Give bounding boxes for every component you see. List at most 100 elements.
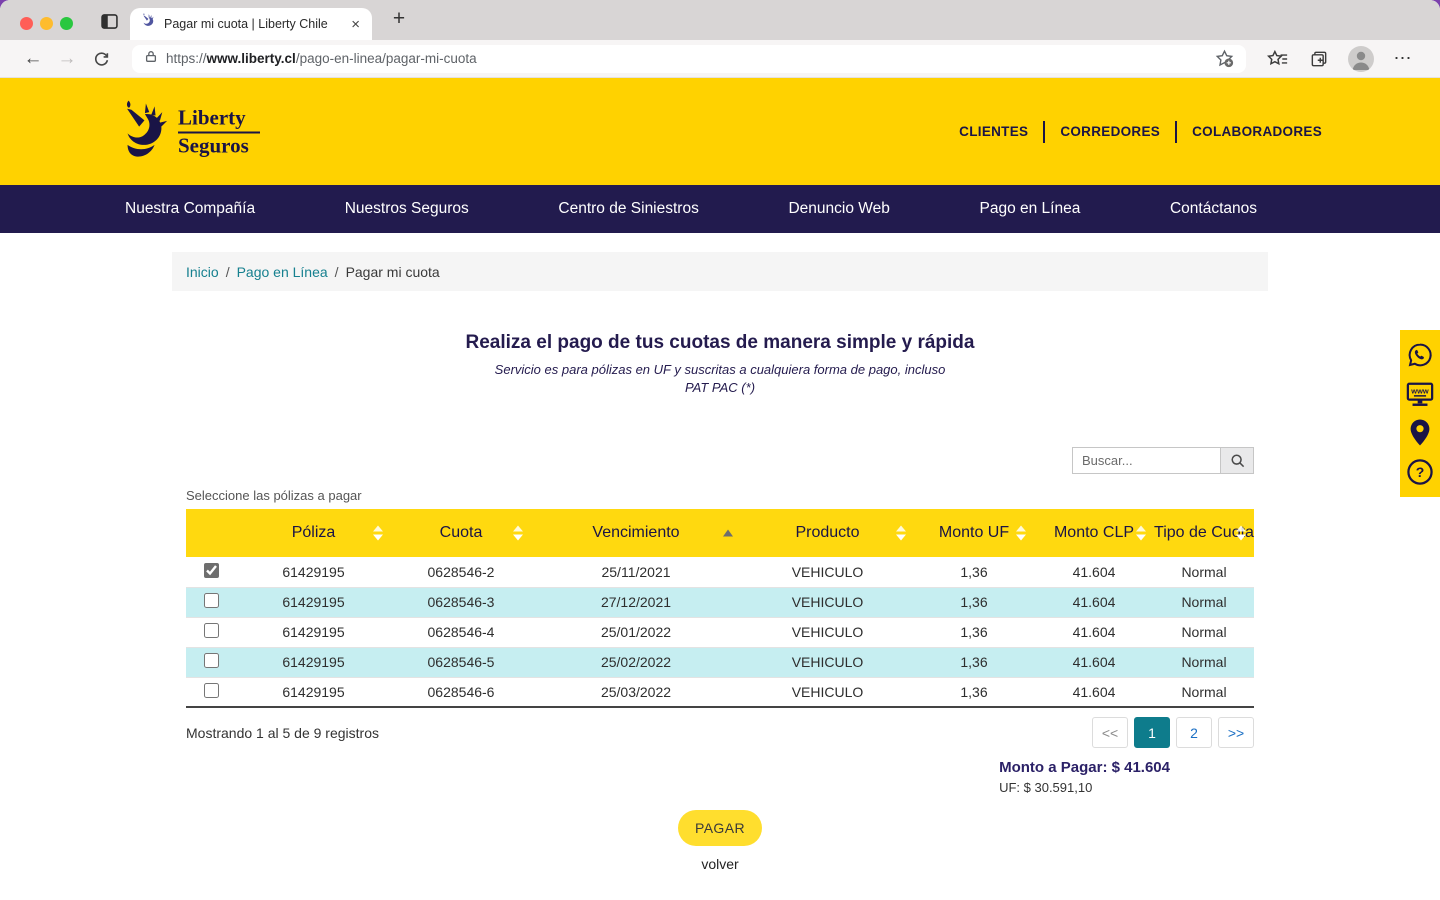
cell-cuota: 0628546-3: [391, 587, 531, 617]
select-policies-label: Seleccione las pólizas a pagar: [186, 488, 1268, 503]
back-icon[interactable]: ←: [16, 48, 50, 70]
cell-monto-clp: 41.604: [1034, 677, 1154, 707]
sort-icon[interactable]: [513, 526, 523, 541]
menu-ellipsis-icon[interactable]: ⋯: [1382, 48, 1424, 69]
location-pin-icon[interactable]: [1408, 418, 1432, 447]
page-intro: Realiza el pago de tus cuotas de manera …: [172, 332, 1268, 397]
audience-links: CLIENTES CORREDORES COLABORADORES: [959, 121, 1322, 143]
profile-avatar[interactable]: [1340, 46, 1382, 72]
sort-icon[interactable]: [1236, 526, 1246, 541]
page-content: Inicio / Pago en Línea / Pagar mi cuota …: [0, 233, 1440, 900]
main-navigation: Nuestra Compañía Nuestros Seguros Centro…: [0, 185, 1440, 233]
cell-monto-uf: 1,36: [914, 557, 1034, 587]
row-checkbox[interactable]: [204, 593, 219, 608]
row-checkbox[interactable]: [204, 563, 219, 578]
nav-centro-siniestros[interactable]: Centro de Siniestros: [558, 200, 698, 218]
browser-tab[interactable]: Pagar mi cuota | Liberty Chile ×: [130, 8, 372, 40]
lock-icon: [144, 49, 158, 69]
link-corredores[interactable]: CORREDORES: [1060, 124, 1160, 139]
divider: [1175, 121, 1177, 143]
pagination-first-button[interactable]: <<: [1092, 717, 1128, 748]
cell-producto: VEHICULO: [741, 677, 914, 707]
pagination-page-2[interactable]: 2: [1176, 717, 1212, 748]
volver-link[interactable]: volver: [172, 856, 1268, 872]
website-monitor-icon[interactable]: www: [1405, 380, 1435, 408]
breadcrumb-inicio[interactable]: Inicio: [186, 264, 219, 280]
cell-poliza: 61429195: [236, 587, 391, 617]
table-row: 61429195 0628546-3 27/12/2021 VEHICULO 1…: [186, 587, 1254, 617]
policies-table: Póliza Cuota Vencimiento Producto Monto …: [186, 509, 1254, 708]
row-checkbox[interactable]: [204, 623, 219, 638]
tab-strip: Pagar mi cuota | Liberty Chile × +: [0, 0, 1440, 40]
cell-cuota: 0628546-2: [391, 557, 531, 587]
cell-cuota: 0628546-6: [391, 677, 531, 707]
favorites-icon[interactable]: [1256, 49, 1298, 69]
liberty-statue-icon: [116, 99, 170, 164]
pagination-last-button[interactable]: >>: [1218, 717, 1254, 748]
nav-nuestra-compania[interactable]: Nuestra Compañía: [125, 200, 255, 218]
site-header: Liberty Seguros CLIENTES CORREDORES COLA…: [0, 78, 1440, 185]
column-header-tipo-cuota[interactable]: Tipo de Cuota: [1154, 509, 1254, 557]
sort-icon[interactable]: [1136, 526, 1146, 541]
cell-monto-uf: 1,36: [914, 587, 1034, 617]
nav-denuncio-web[interactable]: Denuncio Web: [788, 200, 889, 218]
table-row: 61429195 0628546-2 25/11/2021 VEHICULO 1…: [186, 557, 1254, 587]
logo-wordmark: Liberty Seguros: [178, 105, 260, 157]
browser-toolbar: ← → https://www.liberty.cl/pago-en-linea…: [0, 40, 1440, 78]
tab-title: Pagar mi cuota | Liberty Chile: [164, 17, 341, 31]
cell-poliza: 61429195: [236, 617, 391, 647]
nav-nuestros-seguros[interactable]: Nuestros Seguros: [345, 200, 469, 218]
add-favorite-icon[interactable]: [1215, 49, 1234, 68]
breadcrumb-separator: /: [226, 264, 230, 280]
collections-icon[interactable]: [1298, 49, 1340, 69]
column-header-monto-uf[interactable]: Monto UF: [914, 509, 1034, 557]
url-bar[interactable]: https://www.liberty.cl/pago-en-linea/pag…: [132, 45, 1246, 73]
favicon-liberty-icon: [140, 13, 156, 35]
svg-text:?: ?: [1416, 464, 1425, 480]
sort-icon[interactable]: [373, 526, 383, 541]
tab-actions-icon[interactable]: [99, 11, 120, 37]
pagination-page-1[interactable]: 1: [1134, 717, 1170, 748]
table-row: 61429195 0628546-6 25/03/2022 VEHICULO 1…: [186, 677, 1254, 707]
table-search: [172, 447, 1268, 474]
column-header-poliza[interactable]: Póliza: [236, 509, 391, 557]
minimize-window-button[interactable]: [40, 17, 53, 30]
cell-vencimiento: 25/01/2022: [531, 617, 741, 647]
column-header-producto[interactable]: Producto: [741, 509, 914, 557]
search-button[interactable]: [1220, 447, 1254, 474]
liberty-logo[interactable]: Liberty Seguros: [116, 99, 260, 164]
row-checkbox[interactable]: [204, 653, 219, 668]
row-checkbox[interactable]: [204, 683, 219, 698]
cell-monto-clp: 41.604: [1034, 557, 1154, 587]
column-header-vencimiento[interactable]: Vencimiento: [531, 509, 741, 557]
nav-pago-en-linea[interactable]: Pago en Línea: [979, 200, 1080, 218]
column-header-cuota[interactable]: Cuota: [391, 509, 531, 557]
cell-vencimiento: 27/12/2021: [531, 587, 741, 617]
breadcrumb-pago-en-linea[interactable]: Pago en Línea: [237, 264, 328, 280]
zoom-window-button[interactable]: [60, 17, 73, 30]
column-header-monto-clp[interactable]: Monto CLP: [1034, 509, 1154, 557]
link-clientes[interactable]: CLIENTES: [959, 124, 1028, 139]
sort-icon[interactable]: [1016, 526, 1026, 541]
search-icon: [1229, 452, 1246, 469]
cell-poliza: 61429195: [236, 677, 391, 707]
page-title: Realiza el pago de tus cuotas de manera …: [172, 332, 1268, 354]
cell-tipo: Normal: [1154, 647, 1254, 677]
link-colaboradores[interactable]: COLABORADORES: [1192, 124, 1322, 139]
close-window-button[interactable]: [20, 17, 33, 30]
sort-asc-icon[interactable]: [723, 530, 733, 537]
cell-tipo: Normal: [1154, 587, 1254, 617]
help-icon[interactable]: ?: [1406, 458, 1434, 486]
whatsapp-icon[interactable]: [1406, 341, 1434, 369]
reload-icon[interactable]: [84, 50, 118, 67]
close-tab-icon[interactable]: ×: [349, 17, 362, 32]
cell-producto: VEHICULO: [741, 647, 914, 677]
pagar-button[interactable]: PAGAR: [678, 810, 762, 846]
cell-producto: VEHICULO: [741, 557, 914, 587]
search-input[interactable]: [1072, 447, 1220, 474]
nav-contactanos[interactable]: Contáctanos: [1170, 200, 1257, 218]
new-tab-button[interactable]: +: [386, 7, 412, 31]
cell-poliza: 61429195: [236, 647, 391, 677]
browser-window: Pagar mi cuota | Liberty Chile × + ← → h…: [0, 0, 1440, 900]
sort-icon[interactable]: [896, 526, 906, 541]
